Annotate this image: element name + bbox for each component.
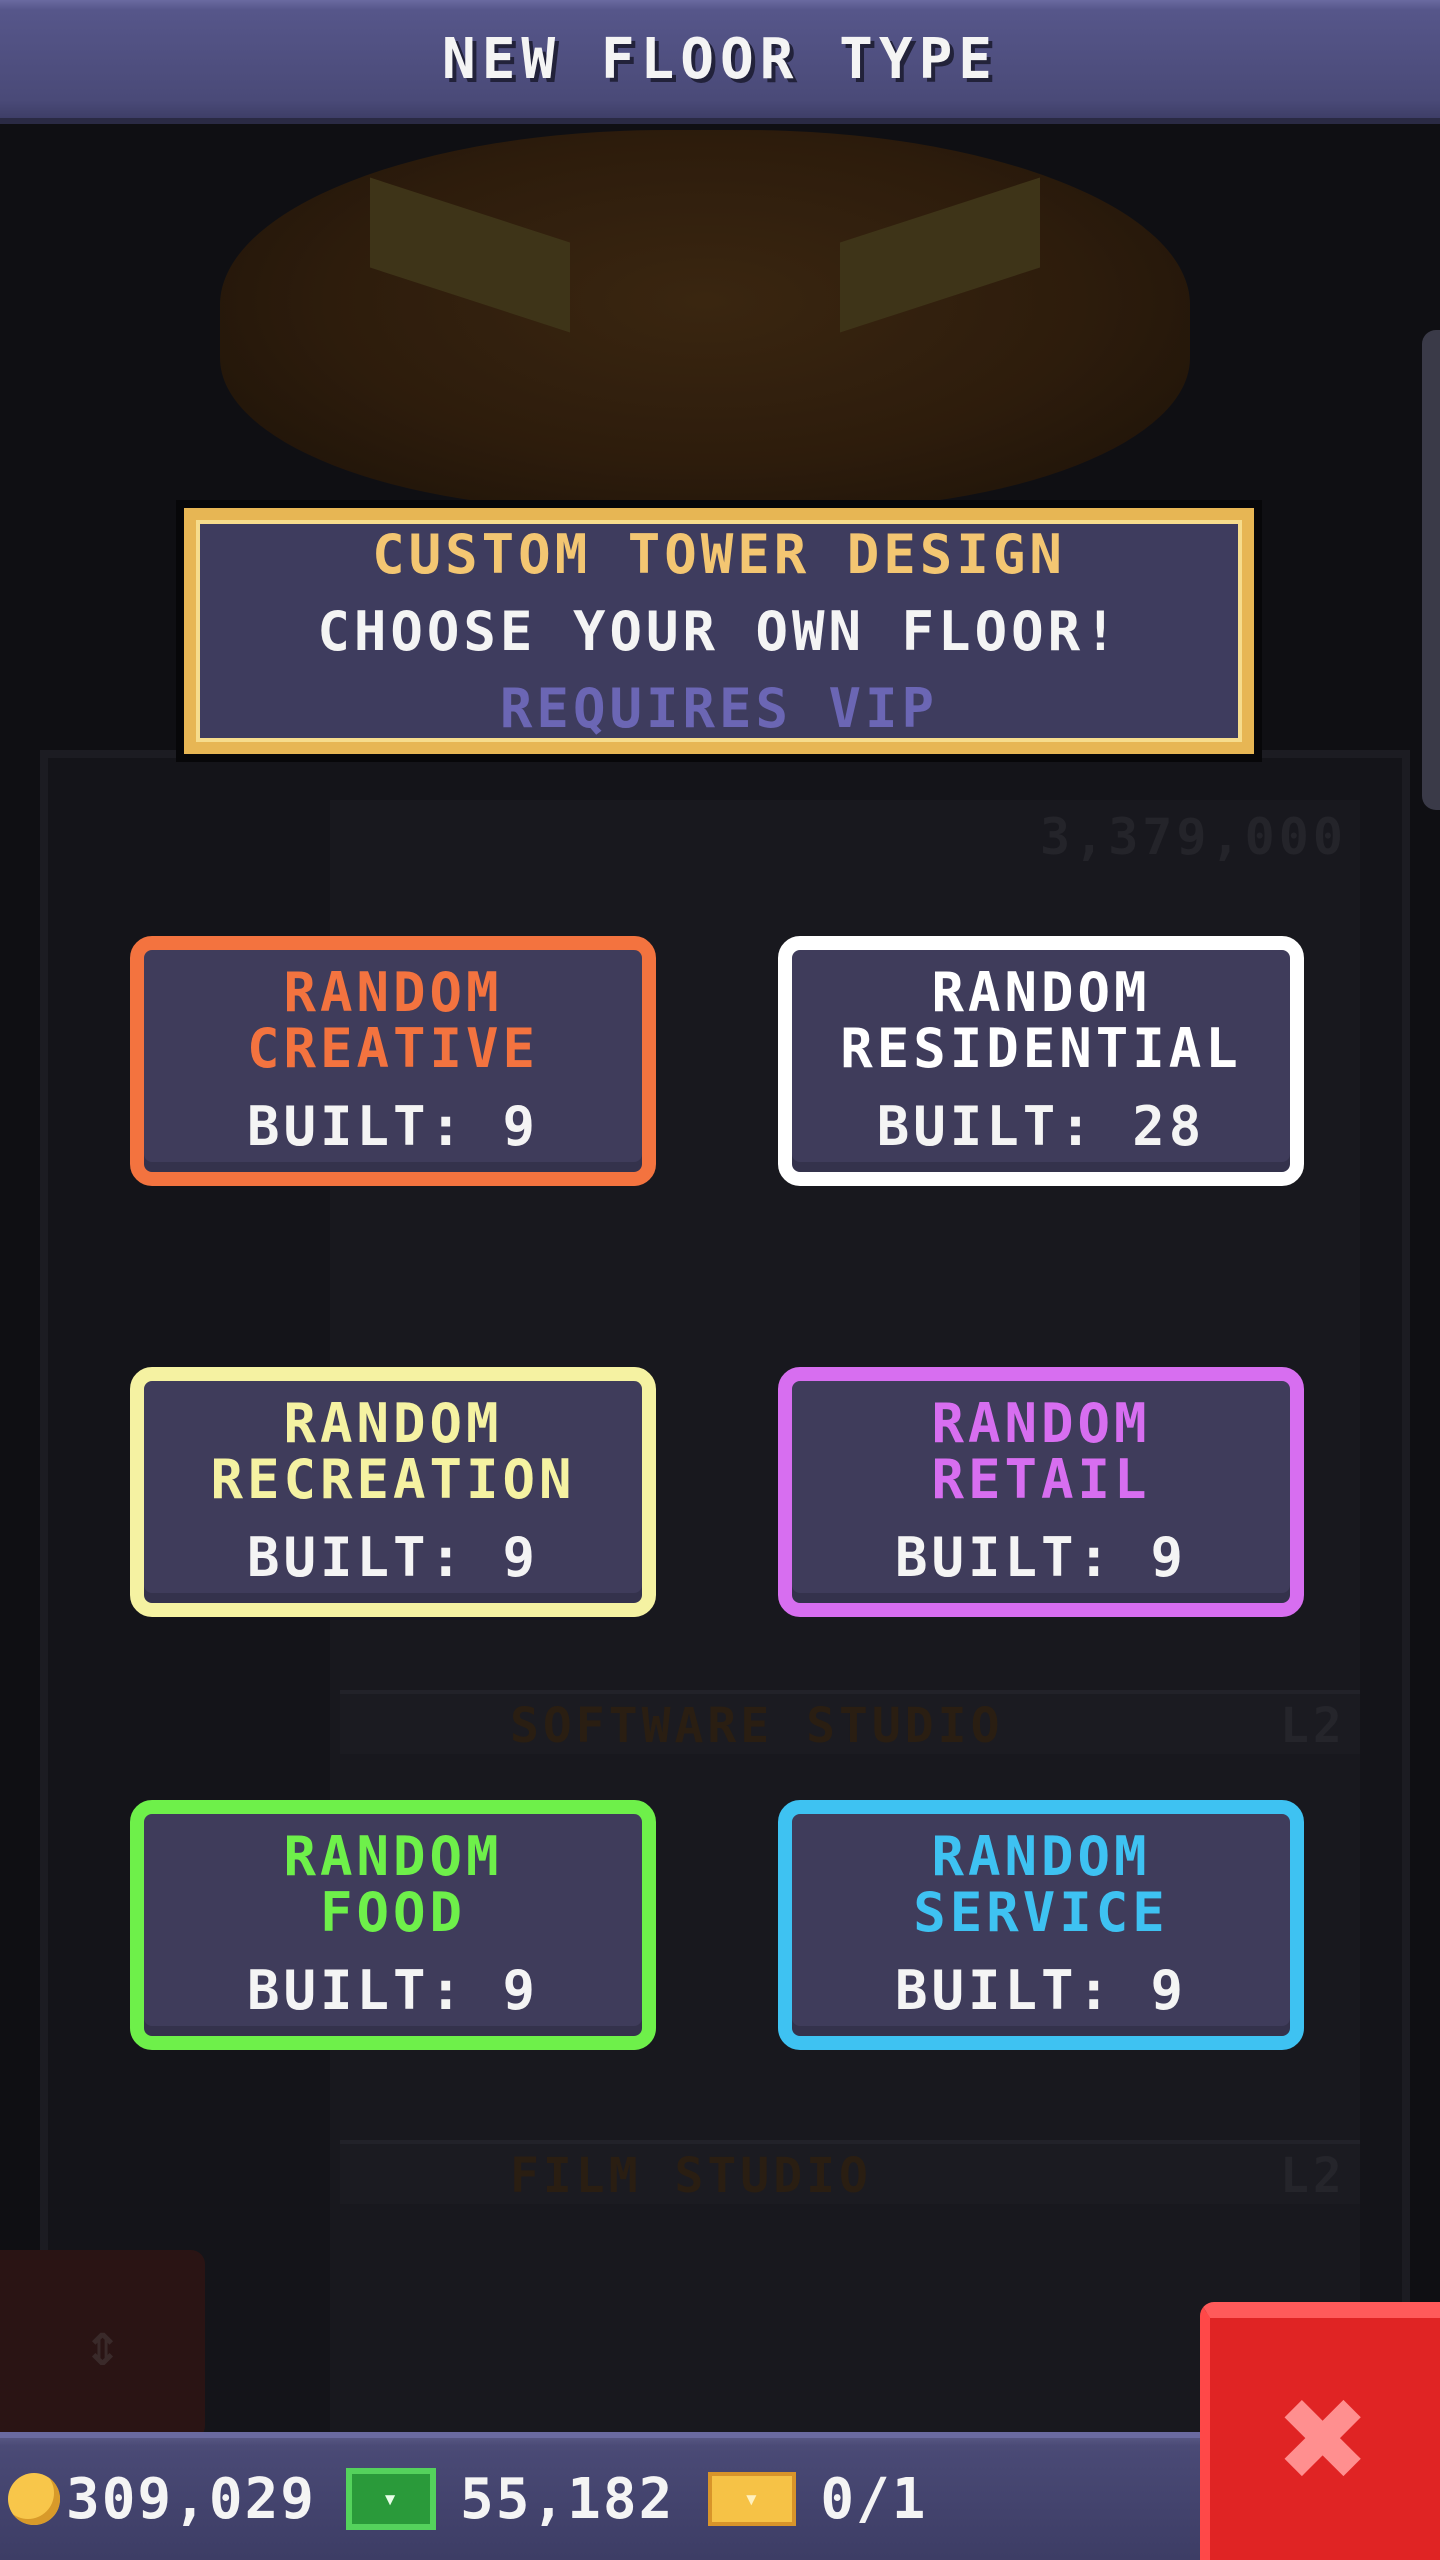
- card-name-line1: RANDOM: [283, 1391, 503, 1455]
- card-name-line2: SERVICE: [913, 1880, 1169, 1944]
- floor-level: L2: [1280, 2148, 1346, 2204]
- card-name-line1: RANDOM: [931, 960, 1151, 1024]
- random-retail-button[interactable]: RANDOM RETAIL BUILT: 9: [778, 1367, 1304, 1617]
- card-name-line2: CREATIVE: [246, 1016, 540, 1080]
- pumpkin-decoration: [220, 130, 1190, 510]
- floor-row: FILM STUDIO L2: [340, 2140, 1360, 2204]
- vip-custom-design-banner[interactable]: CUSTOM TOWER DESIGN CHOOSE YOUR OWN FLOO…: [176, 500, 1262, 762]
- cash-icon: ▾: [346, 2468, 437, 2530]
- side-handle: [1422, 330, 1440, 810]
- elevator-button: ⇕: [0, 2250, 205, 2440]
- card-built-count: BUILT: 9: [246, 1525, 540, 1589]
- pumpkin-eye-right: [840, 177, 1040, 333]
- card-built-count: BUILT: 9: [246, 1958, 540, 2022]
- pumpkin-eye-left: [370, 177, 570, 333]
- up-down-arrows-icon: ⇕: [84, 2310, 121, 2380]
- random-food-button[interactable]: RANDOM FOOD BUILT: 9: [130, 1800, 656, 2050]
- header-bar: NEW FLOOR TYPE: [0, 0, 1440, 124]
- random-recreation-button[interactable]: RANDOM RECREATION BUILT: 9: [130, 1367, 656, 1617]
- card-built-count: BUILT: 9: [894, 1958, 1188, 2022]
- card-name-line2: RECREATION: [210, 1447, 576, 1511]
- page-title: NEW FLOOR TYPE: [441, 26, 998, 92]
- resource-bar: 309,029 ▾ 55,182 ▾ 0/1: [0, 2432, 1200, 2560]
- vip-banner-inner: CUSTOM TOWER DESIGN CHOOSE YOUR OWN FLOO…: [184, 508, 1254, 754]
- floor-row: SOFTWARE STUDIO L2: [340, 1690, 1360, 1754]
- tickets-count: 0/1: [820, 2466, 928, 2532]
- close-button[interactable]: ✖: [1200, 2302, 1440, 2560]
- vip-title: CUSTOM TOWER DESIGN: [372, 522, 1066, 586]
- coins-display: 3,379,000: [1040, 808, 1347, 866]
- vip-subtitle: CHOOSE YOUR OWN FLOOR!: [317, 599, 1121, 663]
- card-name-line1: RANDOM: [931, 1824, 1151, 1888]
- coins-count: 309,029: [66, 2466, 317, 2532]
- floor-level: L2: [1280, 1698, 1346, 1754]
- card-name-line1: RANDOM: [931, 1391, 1151, 1455]
- random-creative-button[interactable]: RANDOM CREATIVE BUILT: 9: [130, 936, 656, 1186]
- card-built-count: BUILT: 9: [246, 1094, 540, 1158]
- bux-count: 55,182: [460, 2466, 675, 2532]
- card-built-count: BUILT: 28: [876, 1094, 1206, 1158]
- card-name-line2: RESIDENTIAL: [840, 1016, 1242, 1080]
- card-name-line1: RANDOM: [283, 960, 503, 1024]
- card-name-line1: RANDOM: [283, 1824, 503, 1888]
- vip-requirement: REQUIRES VIP: [499, 676, 939, 740]
- floor-label: SOFTWARE STUDIO: [510, 1698, 1004, 1754]
- card-name-line2: RETAIL: [931, 1447, 1151, 1511]
- ticket-icon: ▾: [708, 2472, 797, 2526]
- card-built-count: BUILT: 9: [894, 1525, 1188, 1589]
- close-icon: ✖: [1279, 2352, 1371, 2526]
- coin-icon: [8, 2473, 60, 2525]
- random-service-button[interactable]: RANDOM SERVICE BUILT: 9: [778, 1800, 1304, 2050]
- floor-label: FILM STUDIO: [510, 2148, 872, 2204]
- card-name-line2: FOOD: [319, 1880, 467, 1944]
- random-residential-button[interactable]: RANDOM RESIDENTIAL BUILT: 28: [778, 936, 1304, 1186]
